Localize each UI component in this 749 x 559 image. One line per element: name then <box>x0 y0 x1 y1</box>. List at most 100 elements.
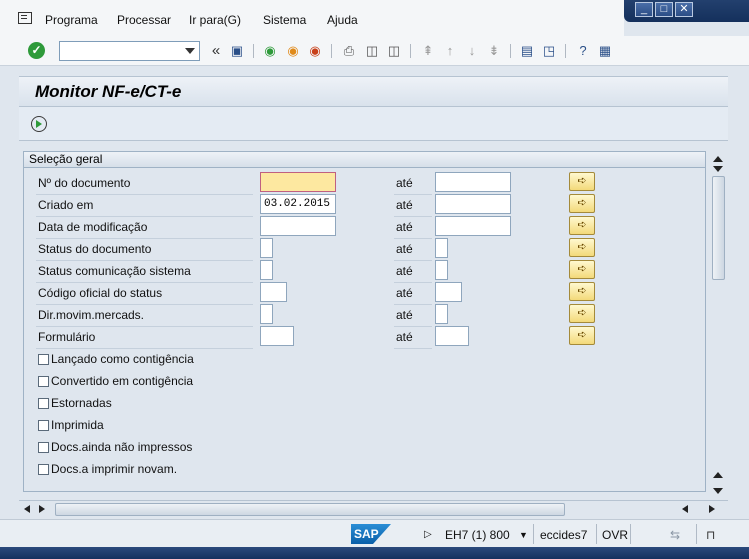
checkbox-label: Convertido em contigência <box>51 374 194 388</box>
next-page-icon[interactable]: ↓ <box>464 43 480 59</box>
scroll-left-icon[interactable] <box>682 505 688 513</box>
checkbox-row[interactable]: Lançado como contigência <box>38 352 194 366</box>
menu-ajuda[interactable]: Ajuda <box>327 13 358 27</box>
checkbox[interactable] <box>38 354 49 365</box>
checkbox-row[interactable]: Estornadas <box>38 396 112 410</box>
multiple-selection-button[interactable]: ➪ <box>569 282 595 301</box>
form-from-input[interactable] <box>260 326 294 346</box>
system-communication-status-from-input[interactable] <box>260 260 273 280</box>
multiple-selection-button[interactable]: ➪ <box>569 216 595 235</box>
multiple-selection-button[interactable]: ➪ <box>569 238 595 257</box>
command-input[interactable] <box>60 42 180 60</box>
connection-icon: ⇆ <box>670 528 681 542</box>
document-number-from-input[interactable] <box>260 172 336 192</box>
chevron-down-icon[interactable]: ▼ <box>519 530 528 540</box>
horizontal-scrollbar[interactable] <box>19 500 728 518</box>
execute-icon[interactable] <box>31 116 47 132</box>
row-divider <box>36 216 253 217</box>
document-status-to-input[interactable] <box>435 238 448 258</box>
command-field[interactable] <box>59 41 200 61</box>
minimize-icon[interactable]: _ <box>635 2 653 17</box>
scroll-thumb[interactable] <box>712 176 725 280</box>
row-divider <box>394 326 432 327</box>
page-title: Monitor NF-e/CT-e <box>35 82 182 101</box>
scroll-right-icon[interactable] <box>709 505 715 513</box>
created-on-to-input[interactable] <box>435 194 511 214</box>
checkbox[interactable] <box>38 442 49 453</box>
last-page-icon[interactable]: ⇟ <box>486 43 502 59</box>
previous-page-icon[interactable]: ↑ <box>442 43 458 59</box>
menu-sistema[interactable]: Sistema <box>263 13 306 27</box>
checkbox[interactable] <box>38 376 49 387</box>
shortcut-icon[interactable]: ◳ <box>541 43 557 59</box>
scroll-down-icon[interactable] <box>713 488 723 494</box>
collapse-icon[interactable]: « <box>208 43 224 59</box>
customize-layout-icon[interactable]: ▦ <box>597 43 613 59</box>
scroll-down-icon[interactable] <box>713 166 723 172</box>
menu-programa[interactable]: Programa <box>45 13 98 27</box>
vertical-scrollbar[interactable] <box>709 154 728 498</box>
chevron-down-icon[interactable] <box>185 48 195 54</box>
ate-label: até <box>396 330 413 344</box>
checkbox-label: Estornadas <box>51 396 112 410</box>
checkbox-label: Lançado como contigência <box>51 352 194 366</box>
official-status-code-to-input[interactable] <box>435 282 462 302</box>
row-divider <box>394 282 432 283</box>
created-on-from-input[interactable]: 03.02.2015 <box>260 194 336 214</box>
close-icon[interactable]: ✕ <box>675 2 693 17</box>
multiple-selection-button[interactable]: ➪ <box>569 194 595 213</box>
checkbox[interactable] <box>38 420 49 431</box>
scroll-up-icon[interactable] <box>713 156 723 162</box>
enter-icon[interactable]: ✓ <box>28 42 45 59</box>
scroll-thumb[interactable] <box>55 503 565 516</box>
exit-icon[interactable]: ◉ <box>285 43 301 59</box>
multiple-selection-button[interactable]: ➪ <box>569 326 595 345</box>
menu-icon[interactable] <box>18 12 32 24</box>
find-next-icon[interactable]: ◫ <box>386 43 402 59</box>
maximize-icon[interactable]: □ <box>655 2 673 17</box>
row-label-official-status-code: Código oficial do status <box>38 286 163 300</box>
cancel-icon[interactable]: ◉ <box>307 43 323 59</box>
modification-date-to-input[interactable] <box>435 216 511 236</box>
selection-screen: Seleção geral Nº do documento até ➪ Cria… <box>19 140 728 498</box>
modification-date-from-input[interactable] <box>260 216 336 236</box>
row-divider <box>36 282 253 283</box>
row-divider <box>394 238 432 239</box>
create-session-icon[interactable]: ▤ <box>519 43 535 59</box>
checkbox[interactable] <box>38 398 49 409</box>
scroll-up-icon[interactable] <box>713 472 723 478</box>
checkbox[interactable] <box>38 464 49 475</box>
multiple-selection-button[interactable]: ➪ <box>569 172 595 191</box>
find-icon[interactable]: ◫ <box>364 43 380 59</box>
scroll-right-icon[interactable] <box>39 505 45 513</box>
row-divider <box>36 194 253 195</box>
save-icon[interactable]: ▣ <box>229 43 245 59</box>
checkbox-row[interactable]: Imprimida <box>38 418 104 432</box>
official-status-code-from-input[interactable] <box>260 282 287 302</box>
first-page-icon[interactable]: ⇞ <box>420 43 436 59</box>
form-to-input[interactable] <box>435 326 469 346</box>
document-status-from-input[interactable] <box>260 238 273 258</box>
help-icon[interactable]: ? <box>575 43 591 59</box>
row-label-document-number: Nº do documento <box>38 176 131 190</box>
multiple-selection-button[interactable]: ➪ <box>569 304 595 323</box>
back-icon[interactable]: ◉ <box>262 43 278 59</box>
multiple-selection-button[interactable]: ➪ <box>569 260 595 279</box>
goods-movement-direction-from-input[interactable] <box>260 304 273 324</box>
menu-ir-para[interactable]: Ir para(G) <box>189 13 241 27</box>
checkbox-row[interactable]: Convertido em contigência <box>38 374 193 388</box>
scroll-left-icon[interactable] <box>24 505 30 513</box>
checkbox-row[interactable]: Docs.a imprimir novam. <box>38 462 177 476</box>
document-number-to-input[interactable] <box>435 172 511 192</box>
system-communication-status-to-input[interactable] <box>435 260 448 280</box>
separator <box>253 44 254 58</box>
goods-movement-direction-to-input[interactable] <box>435 304 448 324</box>
row-divider <box>36 260 253 261</box>
menu-processar[interactable]: Processar <box>117 13 171 27</box>
checkbox-row[interactable]: Docs.ainda não impressos <box>38 440 192 454</box>
ate-label: até <box>396 286 413 300</box>
lock-icon: ⊓ <box>706 528 716 542</box>
play-icon[interactable]: ▷ <box>424 529 432 540</box>
print-icon[interactable]: ⎙ <box>341 43 357 59</box>
row-label-form: Formulário <box>38 330 96 344</box>
